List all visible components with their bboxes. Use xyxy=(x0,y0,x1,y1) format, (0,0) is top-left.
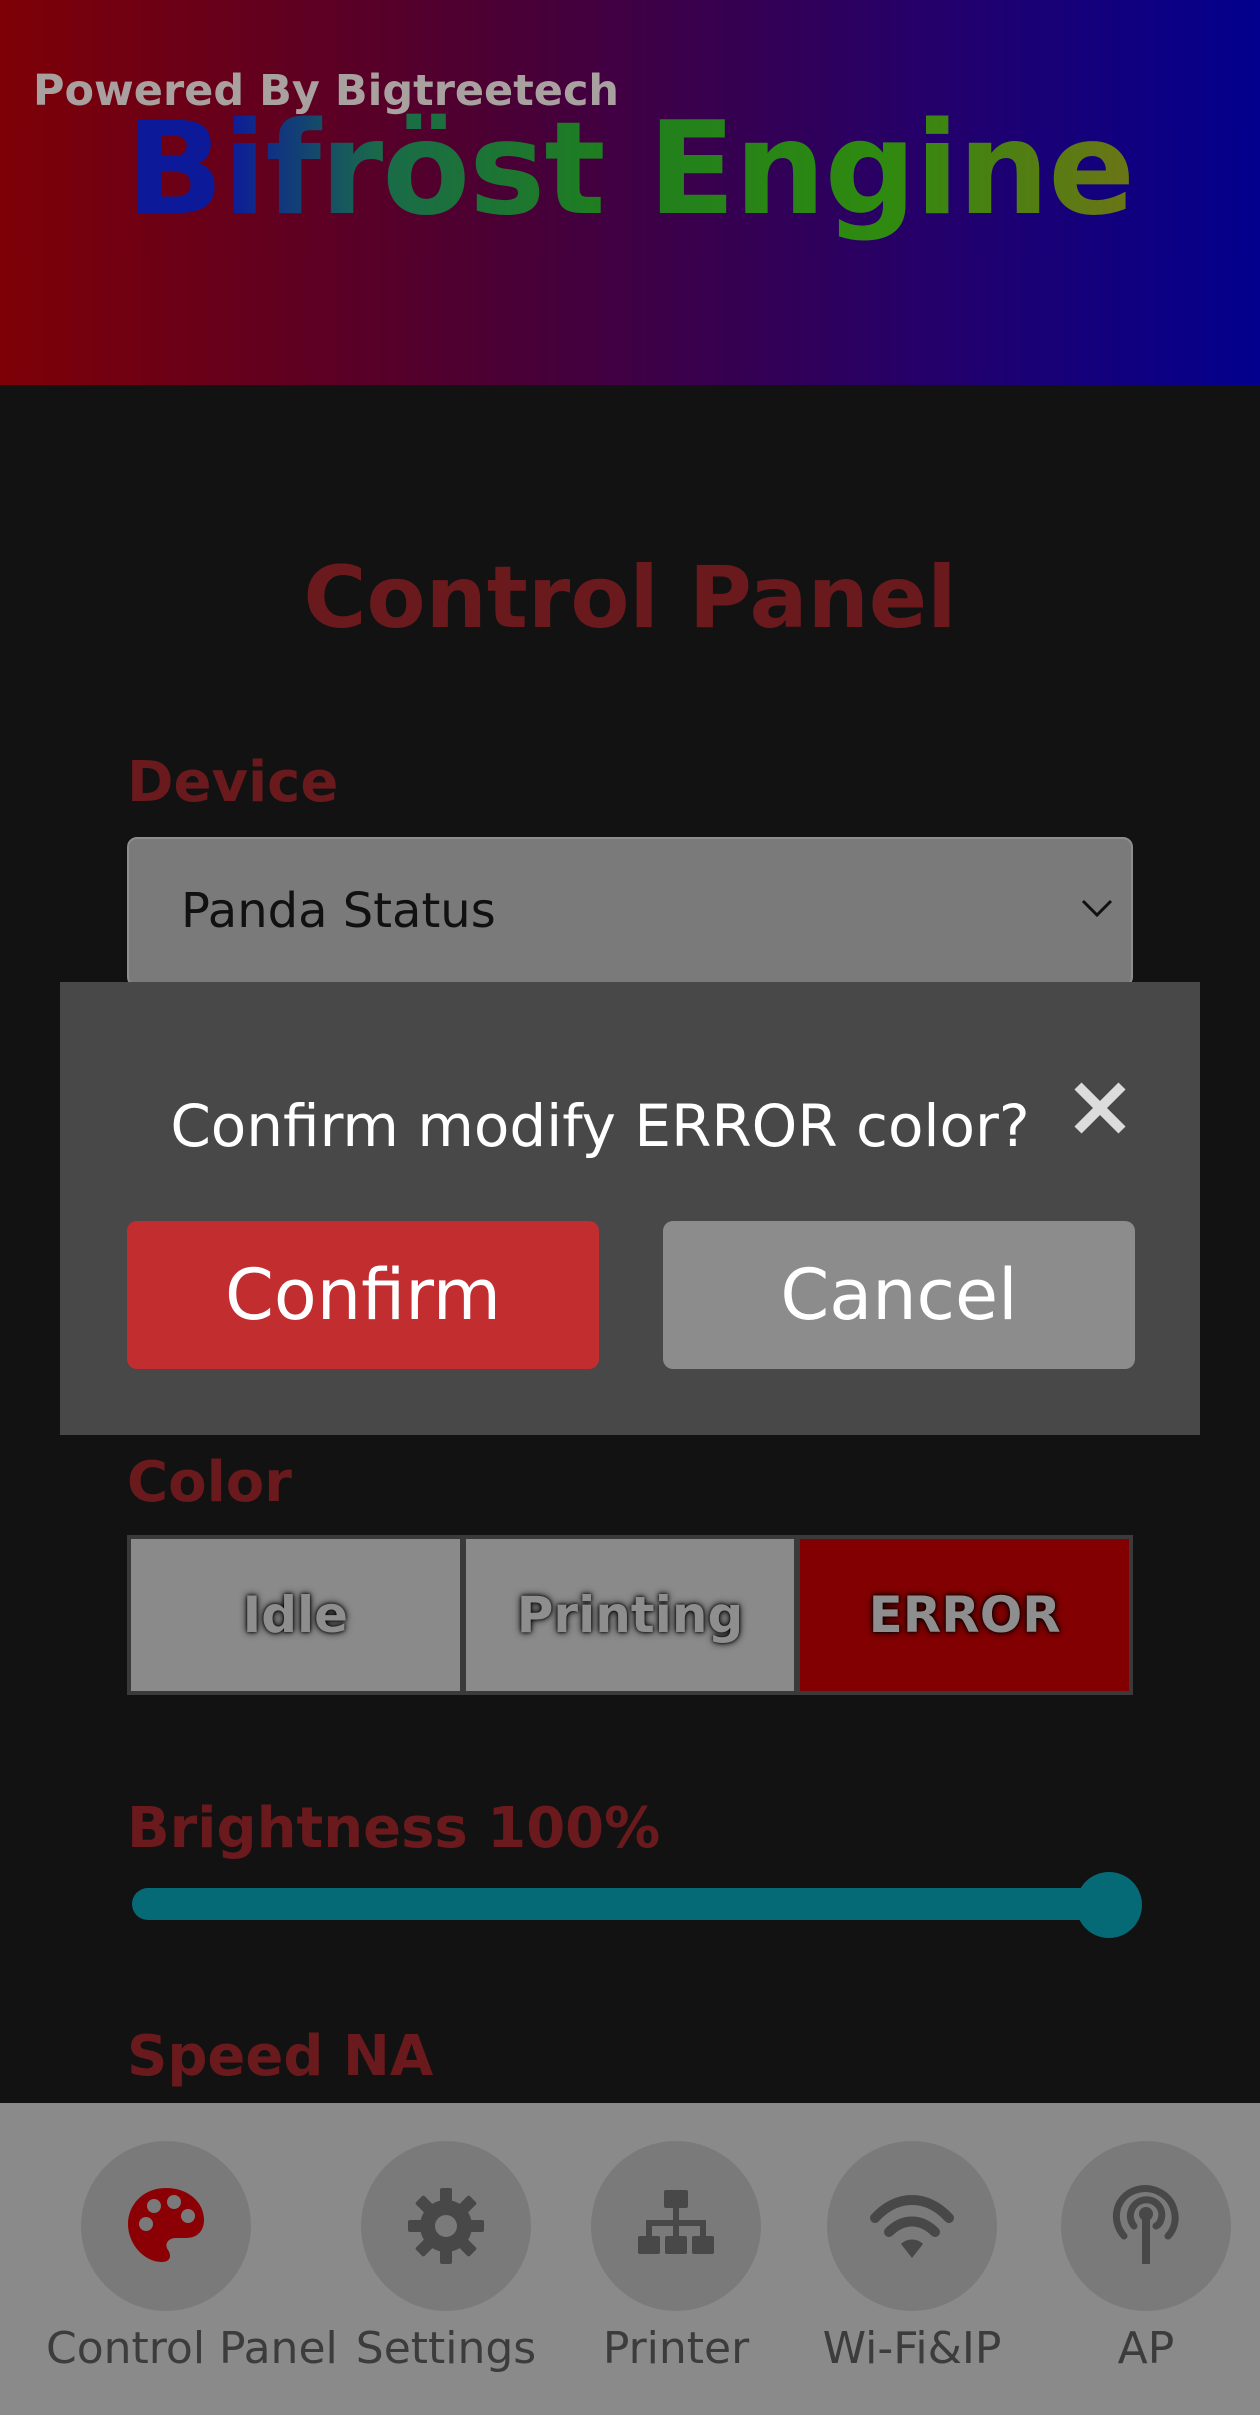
confirm-dialog: Confirm modify ERROR color? Confirm Canc… xyxy=(60,982,1200,1435)
antenna-icon xyxy=(1112,2185,1179,2264)
cancel-button[interactable]: Cancel xyxy=(663,1221,1135,1369)
nav-item-control-panel[interactable]: Control Panel xyxy=(46,2141,338,2401)
brand-title: Bifröst Engine xyxy=(0,95,1260,245)
nav-label: Wi-Fi&IP xyxy=(822,2323,1002,2374)
color-label: Color xyxy=(127,1450,292,1515)
nav-item-settings[interactable]: Settings xyxy=(326,2141,566,2401)
brightness-label: Brightness 100% xyxy=(127,1796,661,1861)
dialog-message: Confirm modify ERROR color? xyxy=(170,1092,1030,1160)
color-option-printing[interactable]: Printing xyxy=(465,1539,795,1691)
device-select[interactable]: Panda Status xyxy=(127,837,1133,987)
page-title: Control Panel xyxy=(303,548,957,648)
palette-icon xyxy=(128,2188,204,2262)
nav-item-printer[interactable]: Printer xyxy=(556,2141,796,2401)
nav-item-ap[interactable]: AP xyxy=(1026,2141,1260,2401)
brightness-slider-track[interactable] xyxy=(132,1888,1112,1920)
color-segment-group: Idle Printing ERROR xyxy=(127,1535,1133,1695)
wifi-icon xyxy=(870,2195,954,2258)
nav-icon-circle xyxy=(591,2141,761,2311)
color-option-idle[interactable]: Idle xyxy=(131,1539,460,1691)
nav-label: AP xyxy=(1117,2323,1175,2374)
gear-icon xyxy=(408,2188,484,2264)
color-option-error[interactable]: ERROR xyxy=(800,1539,1130,1691)
nav-icon-circle xyxy=(827,2141,997,2311)
nav-item-wifi-ip[interactable]: Wi-Fi&IP xyxy=(792,2141,1032,2401)
app-root: Powered By Bigtreetech Bifröst Engine Co… xyxy=(0,0,1260,2415)
bottom-navigation: Control Panel Settings Printer Wi-Fi&IP … xyxy=(0,2103,1260,2415)
speed-label: Speed NA xyxy=(127,2024,434,2089)
nav-label: Printer xyxy=(602,2323,750,2374)
device-select-value: Panda Status xyxy=(181,883,496,939)
header-banner: Powered By Bigtreetech Bifröst Engine xyxy=(0,0,1260,385)
nav-icon-circle xyxy=(1061,2141,1231,2311)
nav-label: Control Panel xyxy=(46,2323,338,2374)
confirm-button[interactable]: Confirm xyxy=(127,1221,599,1369)
nav-icon-circle xyxy=(81,2141,251,2311)
nav-icon-circle xyxy=(361,2141,531,2311)
network-tree-icon xyxy=(638,2190,714,2254)
chevron-down-icon xyxy=(1081,899,1113,918)
close-icon[interactable] xyxy=(1072,1080,1128,1136)
device-label: Device xyxy=(127,750,339,815)
nav-label: Settings xyxy=(355,2323,537,2374)
brightness-slider-thumb[interactable] xyxy=(1076,1872,1142,1938)
